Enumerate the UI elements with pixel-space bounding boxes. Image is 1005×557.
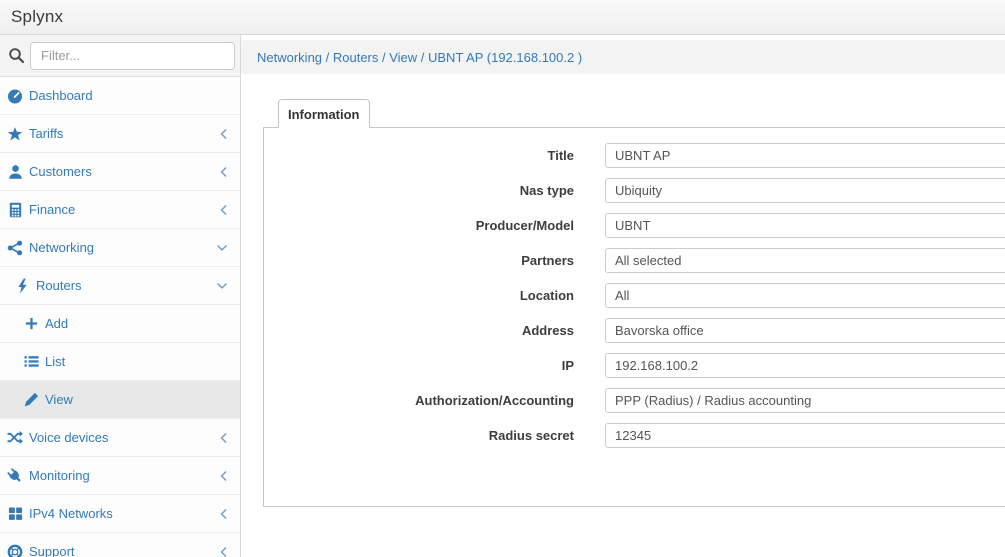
sidebar-item-view[interactable]: View: [0, 381, 240, 419]
field-label-location: Location: [519, 288, 574, 303]
sidebar-item-list[interactable]: List: [0, 343, 240, 381]
pencil-icon: [23, 392, 39, 407]
chevron-left-icon: [219, 470, 228, 482]
shuffle-icon: [7, 430, 23, 445]
calculator-icon: [7, 202, 23, 218]
sidebar-item-voice-devices[interactable]: Voice devices: [0, 419, 240, 457]
star-icon: [7, 126, 23, 142]
form-row-partners: Partners: [264, 248, 1005, 273]
chevron-left-icon: [219, 546, 228, 557]
field-label-radius-secret: Radius secret: [488, 428, 574, 443]
location-input[interactable]: [605, 283, 1005, 308]
grid-icon: [7, 506, 23, 521]
top-bar: Splynx: [0, 0, 1005, 35]
sidebar: Dashboard Tariffs Customers Financ: [0, 35, 241, 557]
sidebar-item-support[interactable]: Support: [0, 533, 240, 557]
sidebar-item-label: Routers: [36, 278, 82, 293]
chevron-left-icon: [219, 432, 228, 444]
app-logo: Splynx: [11, 7, 64, 26]
search-icon: [8, 47, 30, 64]
sidebar-item-label: Support: [29, 544, 75, 557]
field-label-producer-model: Producer/Model: [475, 218, 574, 233]
information-panel: Title Nas type Producer/Model Partners L…: [263, 127, 1005, 507]
field-label-title: Title: [547, 148, 575, 163]
chevron-left-icon: [219, 128, 228, 140]
field-label-authorization-accounting: Authorization/Accounting: [415, 393, 574, 408]
partners-input[interactable]: [605, 248, 1005, 273]
chevron-down-icon: [216, 281, 228, 290]
sidebar-item-label: List: [45, 354, 66, 369]
bolt-icon: [14, 278, 30, 294]
form-row-title: Title: [264, 143, 1005, 168]
sidebar-item-label: Tariffs: [29, 126, 64, 141]
form-row-address: Address: [264, 318, 1005, 343]
sidebar-item-tariffs[interactable]: Tariffs: [0, 115, 240, 153]
dashboard-icon: [7, 88, 23, 104]
field-label-address: Address: [521, 323, 574, 338]
plug-icon: [7, 467, 23, 484]
form-row-authorization-accounting: Authorization/Accounting: [264, 388, 1005, 413]
sidebar-item-add[interactable]: Add: [0, 305, 240, 343]
sidebar-item-label: IPv4 Networks: [29, 506, 113, 521]
tabs-row: Information: [278, 99, 1005, 128]
sidebar-item-label: Networking: [29, 240, 95, 255]
nas-type-input[interactable]: [605, 178, 1005, 203]
producer-model-input[interactable]: [605, 213, 1005, 238]
form-row-producer-model: Producer/Model: [264, 213, 1005, 238]
plus-icon: [23, 317, 39, 330]
chevron-left-icon: [219, 508, 228, 520]
user-icon: [7, 164, 23, 180]
sidebar-item-label: Voice devices: [29, 430, 109, 445]
sidebar-item-label: Monitoring: [29, 468, 90, 483]
radius-secret-input[interactable]: [605, 423, 1005, 448]
tab-information[interactable]: Information: [278, 99, 370, 128]
address-input[interactable]: [605, 318, 1005, 343]
sidebar-item-label: Dashboard: [29, 88, 93, 103]
sidebar-item-label: View: [45, 392, 73, 407]
field-label-ip: IP: [561, 358, 574, 373]
network-icon: [7, 240, 23, 256]
life-ring-icon: [7, 544, 23, 557]
list-icon: [23, 355, 39, 368]
breadcrumb-bar: Networking / Routers / View / UBNT AP (1…: [241, 40, 1005, 74]
sidebar-item-ipv4-networks[interactable]: IPv4 Networks: [0, 495, 240, 533]
form-row-nas-type: Nas type: [264, 178, 1005, 203]
authorization-accounting-input[interactable]: [605, 388, 1005, 413]
content-area: Networking / Routers / View / UBNT AP (1…: [241, 35, 1005, 557]
sidebar-filter-row: [0, 35, 240, 77]
breadcrumb[interactable]: Networking / Routers / View / UBNT AP (1…: [257, 50, 582, 65]
sidebar-item-networking[interactable]: Networking: [0, 229, 240, 267]
field-label-nas-type: Nas type: [519, 183, 574, 198]
sidebar-item-label: Customers: [29, 164, 92, 179]
chevron-left-icon: [219, 166, 228, 178]
sidebar-item-customers[interactable]: Customers: [0, 153, 240, 191]
sidebar-item-monitoring[interactable]: Monitoring: [0, 457, 240, 495]
sidebar-item-routers[interactable]: Routers: [0, 267, 240, 305]
form-row-location: Location: [264, 283, 1005, 308]
form-row-ip: IP: [264, 353, 1005, 378]
title-input[interactable]: [605, 143, 1005, 168]
sidebar-item-label: Finance: [29, 202, 76, 217]
form-row-radius-secret: Radius secret: [264, 423, 1005, 448]
sidebar-item-finance[interactable]: Finance: [0, 191, 240, 229]
field-label-partners: Partners: [521, 253, 574, 268]
filter-input[interactable]: [30, 41, 235, 70]
chevron-left-icon: [219, 204, 228, 216]
sidebar-item-dashboard[interactable]: Dashboard: [0, 77, 240, 115]
ip-input[interactable]: [605, 353, 1005, 378]
chevron-down-icon: [216, 243, 228, 252]
sidebar-item-label: Add: [45, 316, 69, 331]
